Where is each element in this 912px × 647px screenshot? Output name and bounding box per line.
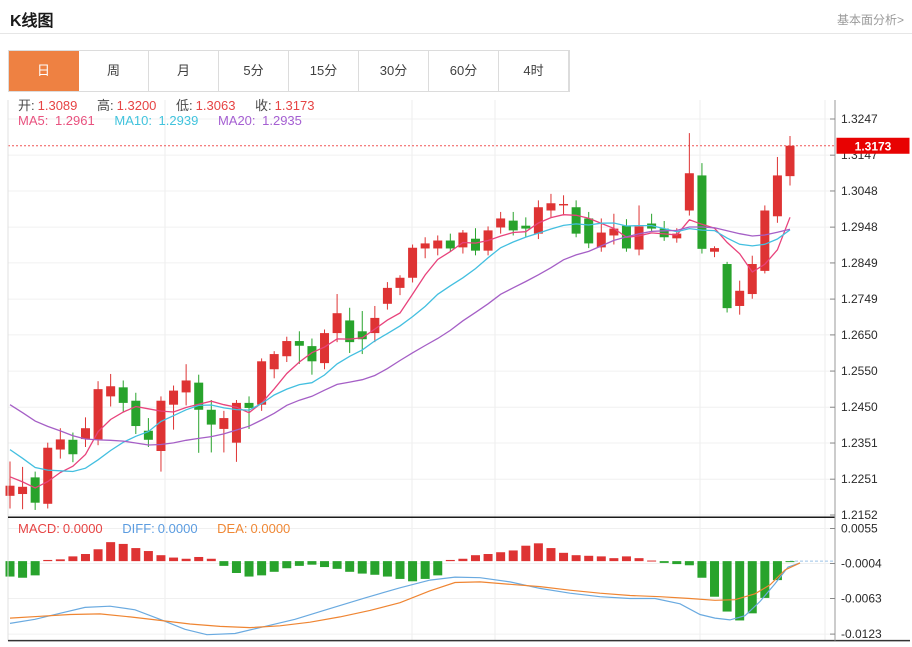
svg-text:1.3247: 1.3247 [841,112,878,126]
tab-week[interactable]: 周 [79,51,149,91]
page-title: K线图 [10,7,54,31]
candles-layer [6,133,795,510]
svg-text:-0.0123: -0.0123 [841,627,882,641]
svg-text:1.2450: 1.2450 [841,400,878,414]
svg-text:1.2251: 1.2251 [841,472,878,486]
ma20-line [10,227,790,445]
diff-label: DIFF: [122,521,155,536]
tab-30min[interactable]: 30分 [359,51,429,91]
period-tab-bar: 日 周 月 5分 15分 30分 60分 4时 [8,50,570,92]
price-axis-labels: 1.32471.31471.30481.29481.28491.27491.26… [830,112,878,522]
svg-text:1.2948: 1.2948 [841,220,878,234]
ma5-line-layer [10,215,790,488]
macd-axis-labels: 0.0055 -0.0004 -0.0063 -0.0123 [830,522,882,642]
high-value: 1.3200 [117,98,157,113]
macd-legend: MACD:0.0000 DIFF:0.0000 DEA:0.0000 [18,521,293,536]
dea-value: 0.0000 [251,521,291,536]
fundamental-analysis-link[interactable]: 基本面分析> [837,11,904,28]
svg-text:1.3173: 1.3173 [855,139,892,153]
ma10-label: MA10: [114,113,155,128]
tab-15min[interactable]: 15分 [289,51,359,91]
svg-text:-0.0004: -0.0004 [841,557,882,571]
low-label: 低: [176,98,193,113]
svg-text:1.2152: 1.2152 [841,508,878,522]
close-label: 收: [255,98,272,113]
svg-text:1.2749: 1.2749 [841,292,878,306]
dea-label: DEA: [217,521,247,536]
svg-text:-0.0063: -0.0063 [841,592,882,606]
diff-value: 0.0000 [158,521,198,536]
svg-text:0.0055: 0.0055 [841,522,878,536]
tab-5min[interactable]: 5分 [219,51,289,91]
dea-line-layer [10,563,800,628]
macd-label: MACD: [18,521,60,536]
svg-text:1.2849: 1.2849 [841,256,878,270]
low-value: 1.3063 [196,98,236,113]
svg-text:1.2550: 1.2550 [841,364,878,378]
page-header: K线图 基本面分析> [0,0,912,34]
svg-text:1.2650: 1.2650 [841,328,878,342]
ohlc-legend: 开:1.3089 高:1.3200 低:1.3063 收:1.3173 [18,95,317,114]
ma-legend: MA5: 1.2961 MA10: 1.2939 MA20: 1.2935 [18,113,305,128]
svg-text:1.3048: 1.3048 [841,184,878,198]
open-label: 开: [18,98,35,113]
tab-60min[interactable]: 60分 [429,51,499,91]
high-label: 高: [97,98,114,113]
ma20-line-layer [10,227,790,445]
tab-month[interactable]: 月 [149,51,219,91]
ma5-label: MA5: [18,113,52,128]
svg-text:1.2351: 1.2351 [841,436,878,450]
last-price-badge: 1.3173 [837,138,910,154]
close-value: 1.3173 [275,98,315,113]
open-value: 1.3089 [38,98,78,113]
ma10-line-layer [10,223,790,472]
ma5-value: 1.2961 [55,113,95,128]
tab-day[interactable]: 日 [9,51,79,91]
dea-line [10,563,800,628]
macd-value: 0.0000 [63,521,103,536]
ma10-line [10,223,790,472]
ma20-value: 1.2935 [262,113,302,128]
ma5-line [10,215,790,488]
ma20-label: MA20: [218,113,259,128]
tab-4hour[interactable]: 4时 [499,51,569,91]
ma10-value: 1.2939 [159,113,199,128]
